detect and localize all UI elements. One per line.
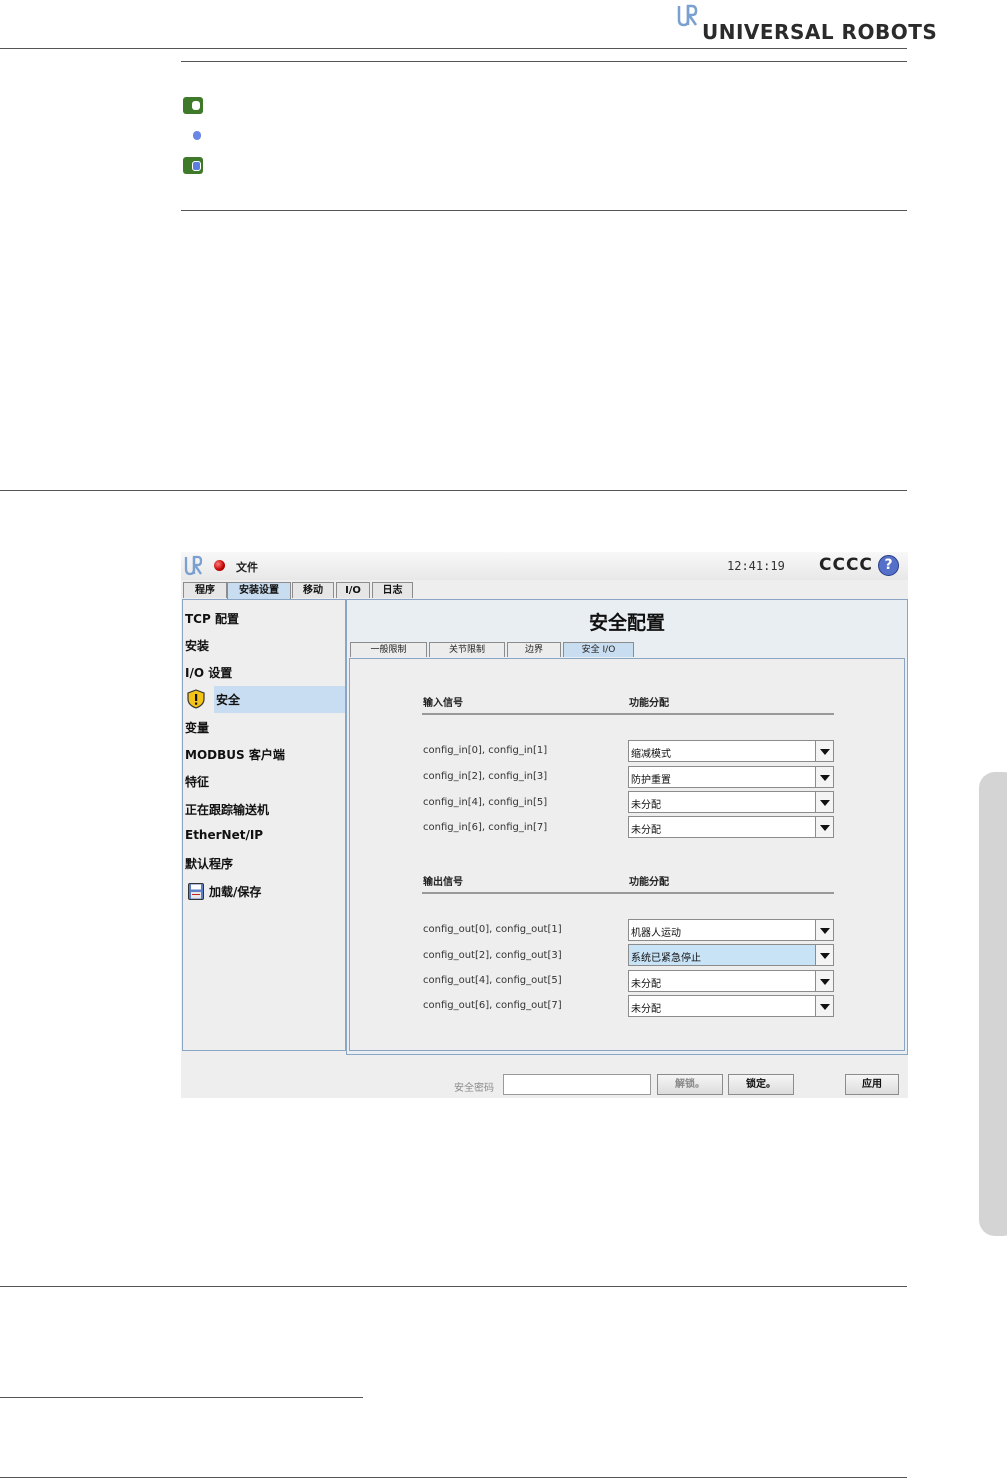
unlock-button[interactable]: 解锁。 xyxy=(657,1074,723,1095)
side-thumb-tab xyxy=(979,772,1007,1236)
sidebar-item-variables[interactable]: 变量 xyxy=(185,719,209,736)
safety-password-label: 安全密码 xyxy=(454,1083,494,1094)
tab-boundaries[interactable]: 边界 xyxy=(507,642,561,657)
input-function-dropdown-3[interactable]: 未分配 xyxy=(628,816,834,838)
output-signal-2: config_out[4], config_out[5] xyxy=(423,975,562,986)
installation-sidebar: TCP 配置 安装 I/O 设置 安全 变量 MODBUS 客户端 特征 正在跟… xyxy=(182,599,346,1051)
footnote-rule xyxy=(0,1397,363,1398)
input-signal-2: config_in[4], config_in[5] xyxy=(423,797,548,808)
chevron-down-icon[interactable] xyxy=(815,767,833,787)
ur-small-logo-icon xyxy=(184,555,203,576)
input-function-header: 功能分配 xyxy=(629,698,669,709)
sidebar-item-default-program[interactable]: 默认程序 xyxy=(185,855,233,872)
tab-program[interactable]: 程序 xyxy=(183,582,227,598)
output-signal-header: 输出信号 xyxy=(423,877,463,888)
bottom-bar: 安全密码 解锁。 锁定。 应用 xyxy=(181,1059,908,1098)
led-blue-dot-icon xyxy=(193,131,201,140)
chevron-down-icon[interactable] xyxy=(815,920,833,940)
section-rule-1 xyxy=(181,61,907,62)
safety-password-input[interactable] xyxy=(503,1074,651,1095)
chevron-down-icon[interactable] xyxy=(815,945,833,965)
page-title: 安全配置 xyxy=(588,612,665,634)
sidebar-item-io-setup[interactable]: I/O 设置 xyxy=(185,664,232,681)
output-function-dropdown-3[interactable]: 未分配 xyxy=(628,995,834,1017)
chevron-down-icon[interactable] xyxy=(815,817,833,837)
sidebar-item-features[interactable]: 特征 xyxy=(185,773,209,790)
sidebar-item-tcp[interactable]: TCP 配置 xyxy=(185,610,239,627)
input-signal-1: config_in[2], config_in[3] xyxy=(423,771,548,782)
output-function-dropdown-1[interactable]: 系统已紧急停止 xyxy=(628,944,834,966)
tab-io[interactable]: I/O xyxy=(336,582,370,598)
status-led-icon xyxy=(214,560,225,571)
save-disk-icon xyxy=(188,883,204,900)
section-rule-4 xyxy=(0,1286,907,1287)
input-header-divider xyxy=(422,713,834,715)
output-function-dropdown-2[interactable]: 未分配 xyxy=(628,970,834,992)
output-function-dropdown-0[interactable]: 机器人运动 xyxy=(628,919,834,941)
chevron-down-icon[interactable] xyxy=(815,996,833,1016)
dropdown-value: 防护重置 xyxy=(631,775,671,786)
sidebar-item-mounting[interactable]: 安装 xyxy=(185,637,209,654)
top-bar: 文件 12:41:19 CCCC ? xyxy=(181,552,908,580)
brand-name: UNIVERSAL ROBOTS xyxy=(702,20,938,44)
ur-logo-icon xyxy=(676,4,698,28)
tab-log[interactable]: 日志 xyxy=(372,582,413,598)
sidebar-item-modbus[interactable]: MODBUS 客户端 xyxy=(185,746,285,763)
input-function-dropdown-1[interactable]: 防护重置 xyxy=(628,766,834,788)
output-function-header: 功能分配 xyxy=(629,877,669,888)
dropdown-value: 未分配 xyxy=(631,1004,661,1015)
warning-shield-icon xyxy=(187,689,205,709)
dropdown-value: 系统已紧急停止 xyxy=(631,953,701,964)
tab-move[interactable]: 移动 xyxy=(292,582,334,598)
sidebar-item-safety[interactable]: 安全 xyxy=(216,691,240,708)
sidebar-item-ethernet-ip[interactable]: EtherNet/IP xyxy=(185,828,263,842)
dropdown-value: 未分配 xyxy=(631,979,661,990)
dropdown-value: 未分配 xyxy=(631,825,661,836)
safety-io-content: 输入信号 功能分配 config_in[0], config_in[1] 缩减模… xyxy=(349,658,905,1051)
tab-general-limits[interactable]: 一般限制 xyxy=(350,642,427,657)
tab-joint-limits[interactable]: 关节限制 xyxy=(429,642,505,657)
header-rule xyxy=(0,48,907,49)
dropdown-value: 未分配 xyxy=(631,800,661,811)
section-rule-3 xyxy=(0,490,907,491)
robot-ui-screenshot: 文件 12:41:19 CCCC ? 程序 安装设置 移动 I/O 日志 TCP… xyxy=(181,552,908,1098)
apply-button[interactable]: 应用 xyxy=(845,1074,899,1095)
input-function-dropdown-2[interactable]: 未分配 xyxy=(628,791,834,813)
output-header-divider xyxy=(422,892,834,894)
lock-button[interactable]: 锁定。 xyxy=(728,1074,794,1095)
led-green-icon xyxy=(183,97,203,114)
input-signal-0: config_in[0], config_in[1] xyxy=(423,745,548,756)
output-signal-1: config_out[2], config_out[3] xyxy=(423,950,562,961)
chevron-down-icon[interactable] xyxy=(815,971,833,991)
dropdown-value: 机器人运动 xyxy=(631,928,681,939)
chevron-down-icon[interactable] xyxy=(815,792,833,812)
tab-installation[interactable]: 安装设置 xyxy=(227,582,291,600)
dropdown-value: 缩减模式 xyxy=(631,749,671,760)
sidebar-item-conveyor[interactable]: 正在跟踪输送机 xyxy=(185,801,269,818)
led-green-blue-icon xyxy=(183,157,203,174)
input-signal-3: config_in[6], config_in[7] xyxy=(423,822,548,833)
clock: 12:41:19 xyxy=(727,559,785,573)
input-signal-header: 输入信号 xyxy=(423,698,463,709)
output-signal-3: config_out[6], config_out[7] xyxy=(423,1000,562,1011)
help-icon[interactable]: ? xyxy=(878,555,899,576)
chevron-down-icon[interactable] xyxy=(815,741,833,761)
file-menu[interactable]: 文件 xyxy=(236,559,258,575)
robot-name: CCCC xyxy=(819,555,873,575)
section-rule-2 xyxy=(181,210,907,211)
tab-safety-io[interactable]: 安全 I/O xyxy=(563,642,634,657)
output-signal-0: config_out[0], config_out[1] xyxy=(423,924,562,935)
safety-config-panel: 安全配置 一般限制 关节限制 边界 安全 I/O 输入信号 功能分配 confi… xyxy=(346,599,908,1055)
input-function-dropdown-0[interactable]: 缩减模式 xyxy=(628,740,834,762)
footer-rule xyxy=(0,1477,907,1478)
sidebar-item-load-save[interactable]: 加载/保存 xyxy=(209,883,261,900)
